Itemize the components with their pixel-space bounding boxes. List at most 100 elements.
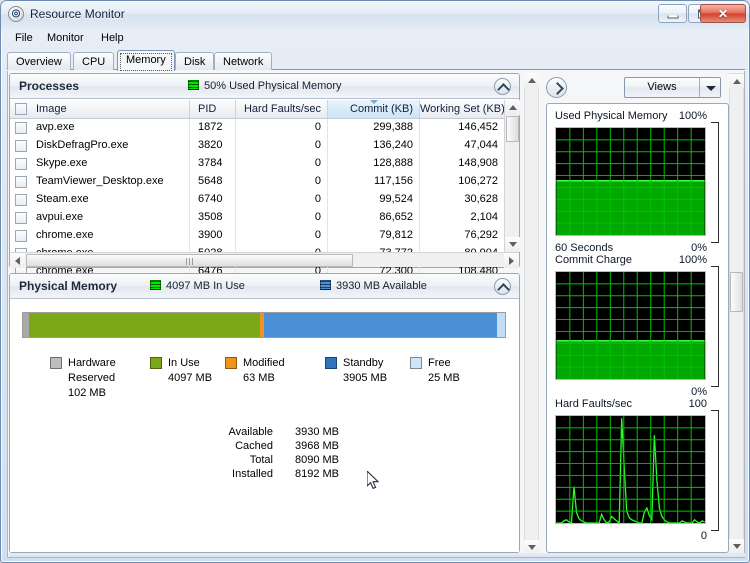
column-header-hard-faults[interactable]: Hard Faults/sec <box>236 100 328 118</box>
column-header-pid[interactable]: PID <box>190 100 236 118</box>
column-header-image[interactable]: Image <box>10 100 190 118</box>
cell-commit: 117,156 <box>328 173 420 191</box>
table-row[interactable]: chrome.exe 3900 0 79,812 76,292 <box>10 227 504 245</box>
legend-swatch-icon <box>50 357 62 369</box>
sidebar-scroll-up-arrow-icon[interactable] <box>729 74 744 89</box>
legend-label: Free <box>428 357 451 369</box>
processes-table-header: Image PID Hard Faults/sec Commit (KB) Wo… <box>10 100 504 119</box>
cell-commit: 299,388 <box>328 119 420 137</box>
available-badge-text: 3930 MB Available <box>336 280 427 292</box>
stat-key: Installed <box>232 468 273 480</box>
cell-image: avpui.exe <box>10 209 190 227</box>
graph-min-label: 0 <box>700 530 707 542</box>
cell-commit: 99,524 <box>328 191 420 209</box>
cell-hard-faults: 0 <box>236 209 328 227</box>
menu-file[interactable]: File <box>11 31 37 45</box>
table-row[interactable]: DiskDefragPro.exe 3820 0 136,240 47,044 <box>10 137 504 155</box>
scroll-up-arrow-icon[interactable] <box>505 100 520 115</box>
cell-hard-faults: 0 <box>236 191 328 209</box>
processes-badge-text: 50% Used Physical Memory <box>204 80 342 92</box>
menu-monitor[interactable]: Monitor <box>43 31 88 45</box>
processes-hscroll-thumb[interactable] <box>26 254 353 267</box>
table-row[interactable]: avpui.exe 3508 0 86,652 2,104 <box>10 209 504 227</box>
cell-image: DiskDefragPro.exe <box>10 137 190 155</box>
cell-working-set: 47,044 <box>464 139 498 151</box>
table-row[interactable]: Skype.exe 3784 0 128,888 148,908 <box>10 155 504 173</box>
graph-max-label: 100% <box>678 254 707 266</box>
column-header-working-set[interactable]: Working Set (KB) <box>420 100 504 118</box>
cell-image: Skype.exe <box>10 155 190 173</box>
menu-help[interactable]: Help <box>97 31 128 45</box>
sidebar-scroll-thumb[interactable] <box>730 272 743 312</box>
close-icon: ✕ <box>717 6 729 21</box>
cell-commit: 86,652 <box>328 209 420 227</box>
cell-image: chrome.exe <box>10 227 190 245</box>
cell-pid: 1872 <box>190 119 236 137</box>
physical-memory-collapse-chevron-up-icon[interactable] <box>494 278 511 295</box>
focus-ring <box>120 53 172 71</box>
window-title: Resource Monitor <box>30 7 125 21</box>
legend-value: 25 MB <box>428 372 460 384</box>
minimize-button[interactable] <box>658 4 687 23</box>
tab-overview[interactable]: Overview <box>7 52 71 70</box>
content-vertical-scrollbar[interactable] <box>524 73 539 555</box>
physical-memory-panel: Physical Memory 4097 MB In Use 3930 MB A… <box>9 273 520 553</box>
sort-descending-icon <box>369 100 378 104</box>
close-button[interactable]: ✕ <box>700 4 746 23</box>
legend-value: 63 MB <box>243 372 275 384</box>
tab-memory[interactable]: Memory <box>117 50 175 71</box>
sidebar-scroll-down-arrow-icon[interactable] <box>729 539 744 554</box>
processes-horizontal-scrollbar[interactable] <box>10 252 519 268</box>
processes-collapse-chevron-up-icon[interactable] <box>494 78 511 95</box>
physical-memory-body: Hardware Reserved 102 MB In Use 4097 MB Modif… <box>10 300 519 552</box>
table-row[interactable]: avp.exe 1872 0 299,388 146,452 <box>10 119 504 137</box>
cell-working-set: 30,628 <box>464 193 498 205</box>
chevron-down-icon[interactable] <box>699 78 720 97</box>
processes-title: Processes <box>19 79 80 93</box>
cell-pid: 6740 <box>190 191 236 209</box>
column-header-commit-label: Commit (KB) <box>350 103 413 115</box>
graph-time-axis-label: 60 Seconds <box>555 242 614 254</box>
sidebar-collapse-chevron-right-icon[interactable] <box>546 77 567 98</box>
processes-vertical-scrollbar[interactable] <box>504 100 520 252</box>
memory-statistics: Available 3930 MB Cached 3968 MB Total 8090 M… <box>215 425 339 481</box>
scroll-left-arrow-icon[interactable] <box>10 253 25 268</box>
stat-value: 8090 MB <box>294 454 339 466</box>
graph-max-label: 100% <box>678 110 707 122</box>
memory-bar-segment-standby <box>264 313 498 337</box>
sidebar-vertical-scrollbar[interactable] <box>729 73 744 555</box>
legend-label: In Use <box>168 357 200 369</box>
memory-swatch-icon <box>188 80 199 90</box>
graph-plot-area <box>555 127 706 236</box>
stat-value: 3968 MB <box>294 440 339 452</box>
cell-working-set: 146,452 <box>458 121 498 133</box>
memory-usage-bar <box>22 312 506 338</box>
cell-pid: 3508 <box>190 209 236 227</box>
graph-title: Hard Faults/sec <box>555 398 633 410</box>
in-use-swatch-icon <box>150 280 161 290</box>
tab-disk[interactable]: Disk <box>175 52 215 70</box>
physical-memory-panel-header[interactable]: Physical Memory 4097 MB In Use 3930 MB A… <box>10 274 519 299</box>
scroll-right-arrow-icon[interactable] <box>504 253 519 268</box>
processes-table: Image PID Hard Faults/sec Commit (KB) Wo… <box>10 100 520 281</box>
processes-panel-header[interactable]: Processes 50% Used Physical Memory <box>10 74 519 99</box>
scroll-down-arrow-icon[interactable] <box>505 237 520 252</box>
legend-item-in-use: In Use 4097 MB <box>150 356 212 386</box>
legend-label: Standby <box>343 357 384 369</box>
tab-network[interactable]: Network <box>214 52 273 70</box>
menu-bar: File Monitor Help <box>1 29 749 47</box>
processes-scroll-thumb[interactable] <box>506 116 519 142</box>
stat-key: Total <box>249 454 273 466</box>
table-row[interactable]: TeamViewer_Desktop.exe 5648 0 117,156 106,27… <box>10 173 504 191</box>
legend-swatch-icon <box>410 357 422 369</box>
tab-cpu[interactable]: CPU <box>73 52 115 70</box>
column-header-commit[interactable]: Commit (KB) <box>328 100 420 118</box>
content-scroll-up-arrow-icon[interactable] <box>524 73 539 88</box>
available-swatch-icon <box>320 280 331 290</box>
table-row[interactable]: Steam.exe 6740 0 99,524 30,628 <box>10 191 504 209</box>
cell-pid: 3784 <box>190 155 236 173</box>
views-dropdown-button[interactable]: Views <box>624 77 721 98</box>
cell-commit: 128,888 <box>328 155 420 173</box>
cell-hard-faults: 0 <box>236 155 328 173</box>
cell-working-set: 106,272 <box>458 175 498 187</box>
